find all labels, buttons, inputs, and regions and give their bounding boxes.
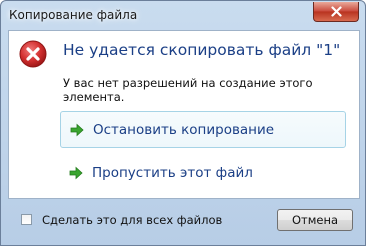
close-button[interactable]	[313, 2, 359, 22]
apply-all-checkbox[interactable]	[21, 214, 32, 225]
apply-all-label[interactable]: Сделать это для всех файлов	[42, 213, 222, 227]
dialog-footer: Сделать это для всех файлов Отмена	[8, 198, 358, 238]
dialog-window: Копирование файла Не удается скопировать…	[0, 0, 366, 246]
error-heading: Не удается скопировать файл "1"	[63, 41, 341, 59]
dialog-content: Не удается скопировать файл "1" У вас не…	[8, 30, 360, 199]
stop-copying-label: Остановить копирование	[93, 121, 275, 138]
skip-file-option[interactable]: Пропустить этот файл	[60, 154, 346, 191]
green-arrow-icon	[69, 166, 83, 179]
close-icon	[330, 6, 342, 17]
error-icon	[19, 40, 47, 68]
title-bar[interactable]: Копирование файла	[1, 1, 365, 31]
window-title: Копирование файла	[9, 8, 138, 22]
error-message: У вас нет разрешений на создание этого э…	[63, 76, 313, 104]
stop-copying-option[interactable]: Остановить копирование	[60, 111, 346, 148]
cancel-button[interactable]: Отмена	[277, 209, 353, 231]
green-arrow-icon	[70, 123, 84, 136]
skip-file-label: Пропустить этот файл	[92, 164, 253, 181]
